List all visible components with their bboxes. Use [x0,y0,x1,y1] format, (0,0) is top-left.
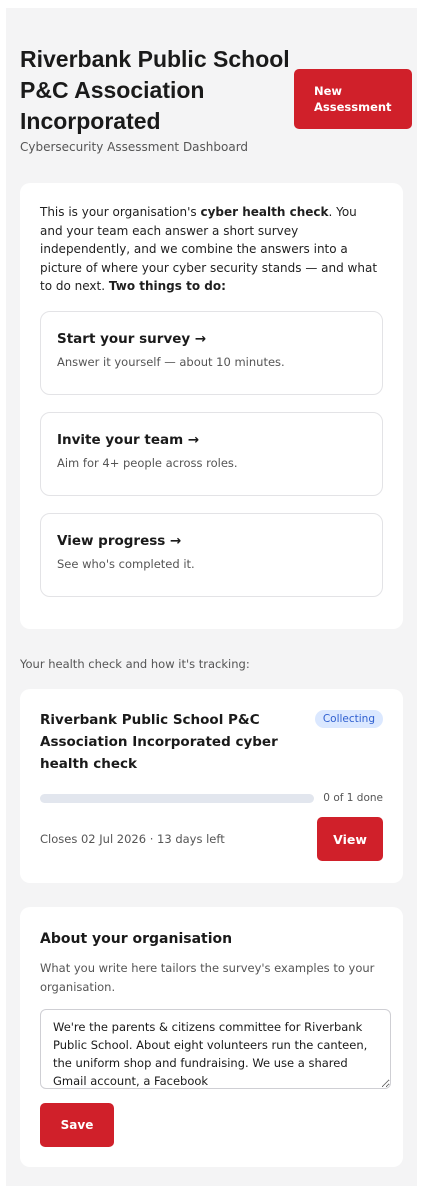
about-desc: What you write here tailors the survey's… [40,961,375,994]
closes-row: Closes 02 Jul 2026 · 13 days left View [40,817,383,861]
closes-text: Closes 02 Jul 2026 · 13 days left [40,832,225,846]
save-button[interactable]: Save [40,1103,114,1147]
about-card: About your organisation What you write h… [20,907,403,1167]
view-progress-card[interactable]: View progress → See who's completed it. [40,512,383,597]
status-badge: Collecting [314,710,383,728]
progress-bar [40,793,315,803]
page-header: Riverbank Public School P&C Association … [20,8,412,178]
invite-team-card[interactable]: Invite your team → Aim for 4+ people acr… [40,411,383,496]
start-survey-card[interactable]: Start your survey → Answer it yourself —… [40,310,383,395]
step-title: Invite your team → [57,431,200,448]
health-check-card: Riverbank Public School P&C Association … [20,689,403,883]
step-desc: Aim for 4+ people across roles. [57,455,238,470]
step-desc: See who's completed it. [57,556,195,571]
view-button[interactable]: View [317,817,383,861]
intro-bold-tail: Two things to do: [108,279,226,293]
new-assessment-button[interactable]: New Assessment [294,69,412,129]
intro-bold-phrase: cyber health check [200,205,329,219]
health-check-title: Riverbank Public School P&C Association … [40,712,278,772]
page-title: Riverbank Public School P&C Association … [20,46,290,134]
step-desc: Answer it yourself — about 10 minutes. [57,354,285,369]
page-subtitle: Cybersecurity Assessment Dashboard [20,140,249,154]
intro-text: This is your organisation's cyber health… [40,203,383,296]
intro-text-start: This is your organisation's [40,205,201,219]
about-title: About your organisation [40,931,233,947]
intro-card: This is your organisation's cyber health… [20,183,403,629]
step-title: Start your survey → [57,330,207,347]
dashboard-page: Riverbank Public School P&C Association … [6,8,417,1186]
step-title: View progress → [57,532,182,549]
progress-row: 0 of 1 done [40,792,383,804]
progress-text: 0 of 1 done [323,792,383,804]
about-textarea[interactable]: We're the parents & citizens committee f… [40,1009,391,1089]
health-section-label: Your health check and how it's tracking: [20,657,250,671]
